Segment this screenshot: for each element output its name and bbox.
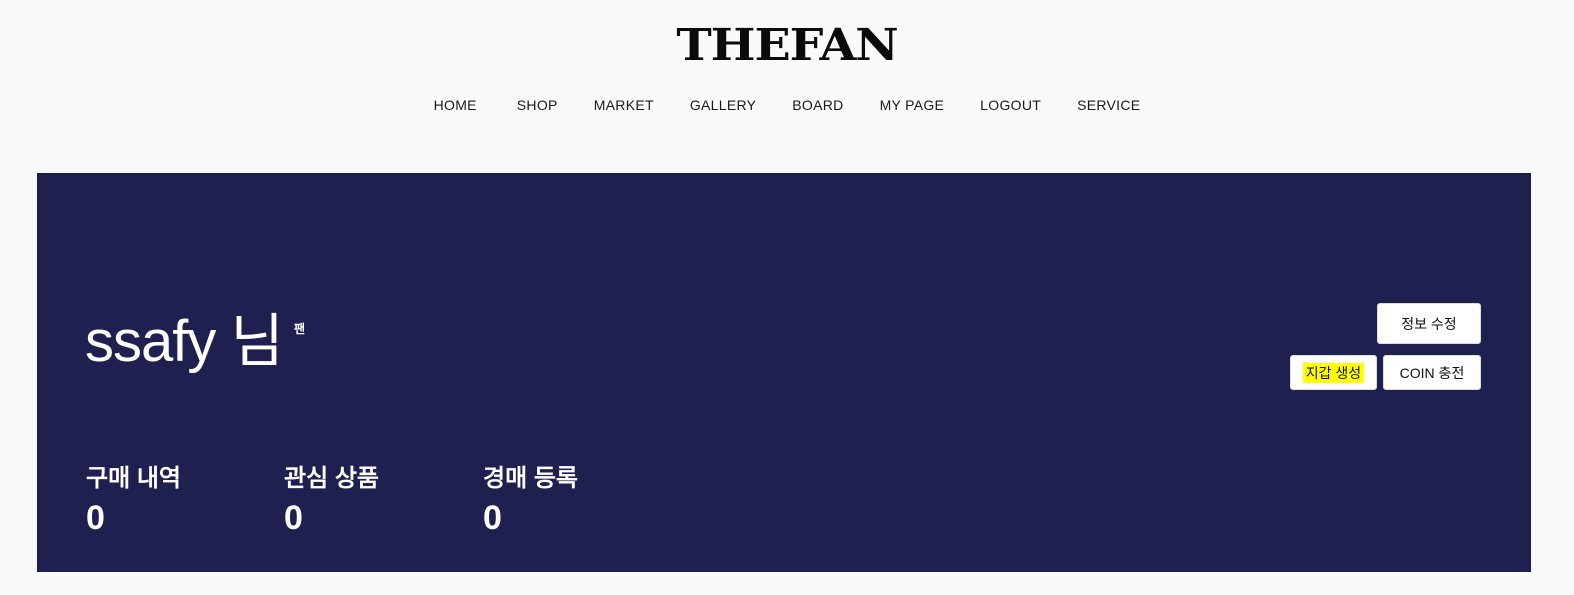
nav-my-page[interactable]: MY PAGE (880, 97, 945, 113)
charge-coin-button[interactable]: COIN 충전 (1383, 355, 1481, 390)
edit-profile-label: 정보 수정 (1401, 315, 1457, 332)
username: ssafy 님 (85, 309, 284, 374)
stat-auctions[interactable]: 경매 등록 0 (483, 458, 578, 538)
nav-market[interactable]: MARKET (594, 97, 654, 113)
edit-profile-button[interactable]: 정보 수정 (1377, 303, 1481, 344)
nav-shop[interactable]: SHOP (517, 97, 558, 113)
stat-value: 0 (483, 499, 502, 537)
stat-label: 구매 내역 (86, 465, 181, 492)
nav-gallery[interactable]: GALLERY (690, 97, 756, 113)
nav-home[interactable]: HOME (434, 97, 477, 113)
nav-board[interactable]: BOARD (792, 97, 843, 113)
profile-banner: ssafy 님 팬 정보 수정 지갑 생성 COIN 충전 구매 내역 0 관심… (37, 173, 1531, 572)
charge-coin-label: COIN 충전 (1399, 364, 1465, 381)
stat-wishlist[interactable]: 관심 상품 0 (284, 458, 379, 538)
stat-label: 관심 상품 (284, 465, 379, 492)
stat-label: 경매 등록 (483, 465, 578, 492)
create-wallet-button[interactable]: 지갑 생성 (1290, 355, 1377, 390)
site-logo[interactable]: THEFAN (0, 20, 1574, 71)
nav-logout[interactable]: LOGOUT (980, 97, 1041, 113)
nav-service[interactable]: SERVICE (1077, 97, 1140, 113)
stat-purchases[interactable]: 구매 내역 0 (86, 458, 181, 538)
user-grade-badge: 팬 (294, 322, 306, 336)
main-nav: HOME SHOP MARKET GALLERY BOARD MY PAGE L… (0, 97, 1574, 113)
create-wallet-label: 지갑 생성 (1302, 362, 1365, 383)
stat-value: 0 (86, 499, 105, 537)
stat-value: 0 (284, 499, 303, 537)
